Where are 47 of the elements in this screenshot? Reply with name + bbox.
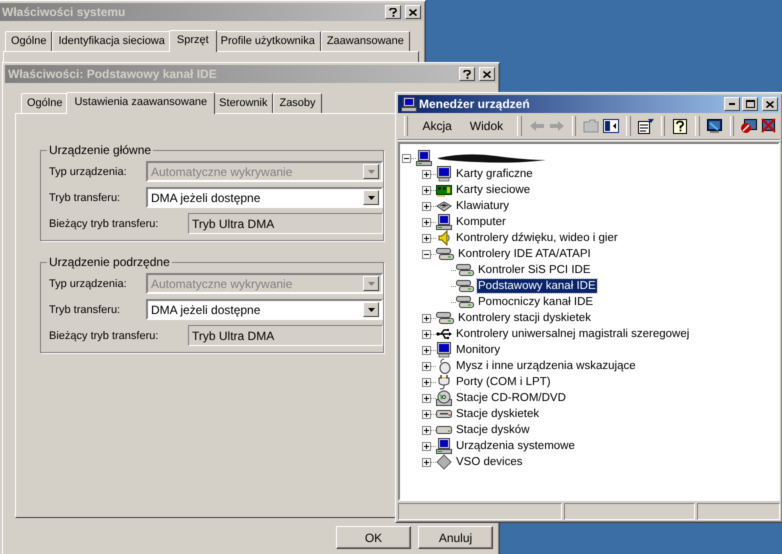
tree-item[interactable]: Podstawowy kanał IDE [477, 279, 597, 293]
tab[interactable]: Sterownik [213, 93, 274, 113]
menu-item[interactable]: Widok [462, 117, 512, 135]
tree-item[interactable]: Klawiatury [455, 199, 510, 213]
tab[interactable]: Zaawansowane [320, 31, 410, 51]
tree-item[interactable]: Karty sieciowe [455, 183, 532, 197]
menu-item[interactable]: Akcja [414, 117, 460, 135]
tree-item[interactable]: Kontroler SiS PCI IDE [477, 263, 592, 277]
tree-item[interactable]: Komputer [455, 215, 507, 229]
tab[interactable]: Profile użytkownika [214, 31, 321, 51]
tree-item[interactable]: Pomocniczy kanał IDE [477, 295, 594, 309]
read-only-field: Tryb Ultra DMA [188, 213, 383, 234]
tree-item[interactable]: Stacje dyskietek [455, 407, 540, 421]
tab[interactable]: Identyfikacja sieciowa [52, 31, 171, 51]
tab[interactable]: Zasoby [273, 93, 322, 113]
tab[interactable]: Ustawienia zaawansowane [66, 92, 216, 114]
tree-item[interactable]: Kontrolery IDE ATA/ATAPI [457, 247, 592, 261]
tree-item[interactable]: Karty graficzne [455, 167, 534, 181]
tab[interactable]: Sprzęt [168, 30, 217, 52]
window-title: Właściwości systemu [2, 5, 126, 19]
field-label: Bieżący tryb transferu: [49, 218, 160, 230]
dialog-button[interactable]: OK [336, 526, 411, 549]
group-title: Urządzenie główne [48, 143, 152, 157]
tree-item[interactable]: Mysz i inne urządzenia wskazujące [455, 359, 637, 373]
tree-item[interactable]: Stacje dysków [455, 423, 531, 437]
tab[interactable]: Ogólne [5, 31, 52, 51]
read-only-field: Tryb Ultra DMA [188, 325, 383, 346]
window-title: Właściwości: Podstawowy kanał IDE [8, 67, 218, 81]
tree-item[interactable]: Kontrolery stacji dyskietek [457, 311, 592, 325]
tree-item[interactable]: Monitory [455, 343, 502, 357]
field-label: Typ urządzenia: [49, 278, 128, 290]
group-title: Urządzenie podrzędne [48, 255, 171, 269]
window-title: Menedżer urządzeń [419, 97, 531, 111]
dialog-button[interactable]: Anuluj [418, 526, 493, 549]
dropdown[interactable]: DMA jeżeli dostępne [146, 187, 383, 208]
tree-item[interactable]: Kontrolery dźwięku, wideo i gier [455, 231, 619, 245]
field-label: Typ urządzenia: [49, 166, 128, 178]
field-label: Bieżący tryb transferu: [49, 330, 160, 342]
field-label: Tryb transferu: [49, 304, 122, 316]
tree-item[interactable]: Stacje CD-ROM/DVD [455, 391, 567, 405]
field-label: Tryb transferu: [49, 192, 122, 204]
tab[interactable]: Ogólne [21, 93, 68, 113]
dropdown[interactable]: DMA jeżeli dostępne [146, 299, 383, 320]
tree-item[interactable]: Urządzenia systemowe [455, 439, 576, 453]
tree-item[interactable]: Porty (COM i LPT) [455, 375, 552, 389]
tree-item[interactable]: Kontrolery uniwersalnej magistrali szeregowej [455, 327, 690, 341]
tree-item[interactable]: VSO devices [455, 455, 524, 469]
